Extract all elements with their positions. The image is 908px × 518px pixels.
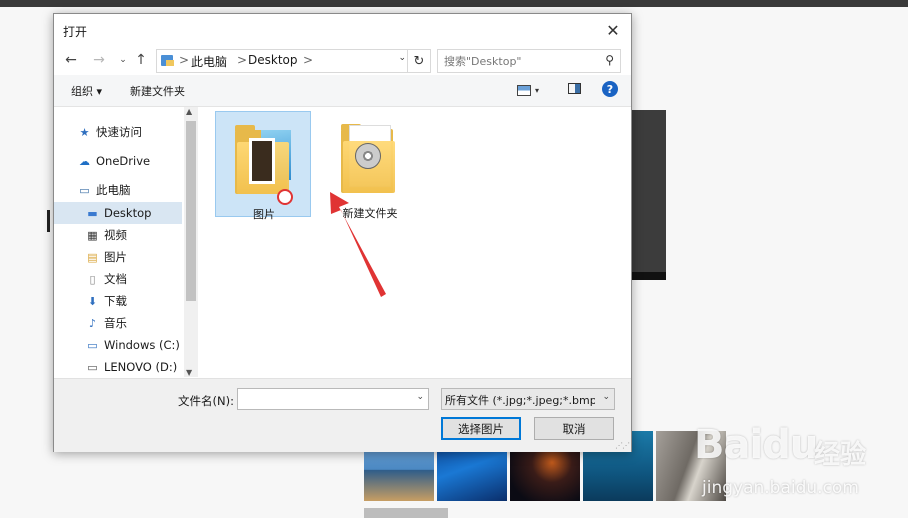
documents-folder-icon: ▯ (89, 272, 96, 286)
refresh-button[interactable]: ↻ (407, 49, 431, 73)
change-view-button[interactable]: ▾ (517, 83, 547, 97)
close-button[interactable]: ✕ (595, 14, 631, 46)
breadcrumb-separator: > (237, 53, 248, 67)
up-button[interactable]: ↑ (132, 51, 150, 69)
computer-icon: ▭ (79, 183, 90, 197)
navigation-bar: ← → ⌄ ↑ > 此电脑 > Desktop > ⌄ ↻ ⚲ (54, 47, 631, 73)
watermark-text: 经验 (814, 440, 867, 470)
file-list: 图片 新建文件夹 (200, 107, 631, 377)
view-icon (517, 84, 531, 96)
forward-button[interactable]: → (90, 51, 108, 69)
cloud-icon: ☁ (79, 154, 90, 168)
resize-grip-icon[interactable]: ⋰⋰ (615, 441, 630, 450)
preview-pane-button[interactable] (568, 83, 581, 94)
sidebar-item-label: OneDrive (96, 154, 151, 168)
background-scroll-indicator (364, 508, 448, 518)
drive-icon: ▭ (87, 338, 98, 352)
music-folder-icon: ♪ (88, 316, 97, 330)
breadcrumb-separator: > (303, 53, 314, 67)
sidebar-item-label: 图片 (104, 250, 127, 264)
sidebar-item-drive-c[interactable]: ▭ Windows (C:) (54, 334, 198, 356)
background-top-bar (0, 0, 908, 7)
breadcrumb-separator: > (179, 53, 190, 67)
arrow-right-icon: → (93, 52, 105, 68)
new-folder-button[interactable]: 新建文件夹 (130, 83, 185, 99)
search-icon[interactable]: ⚲ (605, 53, 614, 67)
sidebar-item-label: 此电脑 (96, 183, 131, 197)
arrow-left-icon: ← (65, 52, 77, 68)
background-marker (47, 210, 50, 232)
breadcrumb-this-pc[interactable]: 此电脑 (191, 53, 227, 70)
organize-menu[interactable]: 组织 ▾ (71, 83, 102, 99)
annotation-arrow-icon (330, 192, 386, 297)
downloads-folder-icon: ⬇ (87, 294, 98, 308)
dialog-titlebar[interactable]: 打开 ✕ (54, 14, 631, 46)
watermark: Baidu 经验 jingyan.baidu.com (694, 416, 904, 516)
breadcrumb-desktop[interactable]: Desktop (248, 53, 298, 67)
sidebar-item-label: LENOVO (D:) (104, 360, 178, 374)
filename-label: 文件名(N): (178, 394, 234, 408)
filename-field[interactable]: ⌄ (237, 388, 429, 410)
chevron-down-icon: ▾ (535, 85, 540, 95)
dialog-title: 打开 (63, 25, 88, 39)
sidebar-item-label: 视频 (104, 228, 127, 242)
help-icon: ? (606, 82, 614, 96)
sidebar-item-desktop[interactable]: ▬ Desktop (54, 202, 182, 224)
watermark-logo: Baidu (694, 422, 818, 468)
search-box[interactable]: ⚲ (437, 49, 621, 73)
help-button[interactable]: ? (602, 81, 618, 97)
sidebar-item-pictures[interactable]: ▤ 图片 (54, 246, 198, 268)
chevron-down-icon: ⌄ (119, 55, 127, 65)
refresh-icon: ↻ (413, 53, 425, 69)
sidebar-item-onedrive[interactable]: ☁ OneDrive (54, 150, 198, 172)
video-folder-icon: ▦ (87, 228, 98, 242)
navigation-scrollbar[interactable]: ▲ ▼ (184, 107, 198, 377)
navigation-pane: ★ 快速访问 ☁ OneDrive ▭ 此电脑 ▬ Desktop ▦ 视频 ▤… (54, 107, 198, 377)
cancel-button[interactable]: 取消 (534, 417, 614, 440)
sidebar-item-quick-access[interactable]: ★ 快速访问 (54, 121, 198, 143)
address-bar[interactable]: > 此电脑 > Desktop > ⌄ (156, 49, 410, 73)
back-button[interactable]: ← (62, 51, 80, 69)
recent-locations-button[interactable]: ⌄ (114, 51, 132, 69)
sidebar-item-label: 音乐 (104, 316, 127, 330)
sidebar-item-label: 文档 (104, 272, 127, 286)
sidebar-item-label: Windows (C:) (104, 338, 180, 352)
scrollbar-thumb[interactable] (186, 121, 196, 301)
sidebar-item-label: 快速访问 (96, 125, 142, 139)
close-icon: ✕ (606, 20, 620, 40)
sidebar-item-documents[interactable]: ▯ 文档 (54, 268, 198, 290)
watermark-url: jingyan.baidu.com (702, 478, 859, 498)
desktop-folder-icon: ▬ (87, 206, 98, 220)
chevron-down-icon: ⌄ (602, 392, 610, 402)
filename-input[interactable] (238, 389, 412, 407)
search-input[interactable] (442, 52, 596, 70)
background-dark-panel (630, 110, 666, 280)
sidebar-item-downloads[interactable]: ⬇ 下载 (54, 290, 198, 312)
sidebar-item-label: 下载 (104, 294, 127, 308)
sidebar-item-this-pc[interactable]: ▭ 此电脑 (54, 179, 198, 201)
select-image-button[interactable]: 选择图片 (441, 417, 521, 440)
location-icon (161, 55, 174, 66)
command-toolbar: 组织 ▾ 新建文件夹 ▾ ? (54, 75, 631, 107)
chevron-down-icon[interactable]: ▼ (186, 368, 192, 377)
chevron-up-icon[interactable]: ▲ (186, 107, 192, 116)
open-file-dialog: 打开 ✕ ← → ⌄ ↑ > 此电脑 > Desktop > ⌄ ↻ ⚲ 组织 … (53, 13, 632, 452)
sidebar-item-label: Desktop (104, 206, 152, 220)
file-type-select[interactable]: 所有文件 (*.jpg;*.jpeg;*.bmp; ⌄ (441, 388, 615, 410)
file-type-value: 所有文件 (*.jpg;*.jpeg;*.bmp; (445, 394, 595, 407)
address-dropdown-icon[interactable]: ⌄ (398, 53, 406, 63)
dialog-footer: 文件名(N): ⌄ 所有文件 (*.jpg;*.jpeg;*.bmp; ⌄ 选择… (54, 378, 631, 452)
sidebar-item-videos[interactable]: ▦ 视频 (54, 224, 198, 246)
pictures-folder-icon: ▤ (87, 250, 98, 264)
star-icon: ★ (79, 125, 90, 139)
drive-icon: ▭ (87, 360, 98, 374)
chevron-down-icon[interactable]: ⌄ (416, 392, 424, 402)
sidebar-item-drive-d[interactable]: ▭ LENOVO (D:) (54, 356, 198, 377)
sidebar-item-music[interactable]: ♪ 音乐 (54, 312, 198, 334)
arrow-up-icon: ↑ (135, 52, 147, 68)
